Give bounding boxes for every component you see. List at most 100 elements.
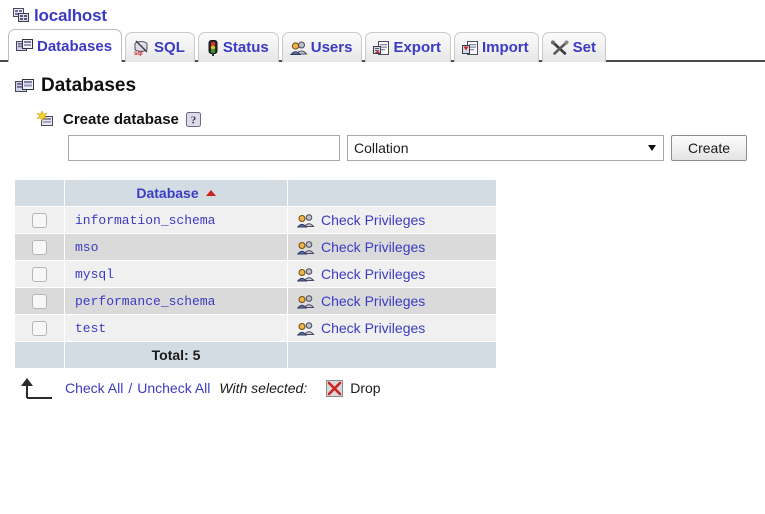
main-tab-bar: Databases sql SQL Status Users Export Im… [0,27,765,64]
tab-sql[interactable]: sql SQL [125,32,195,62]
tab-label: Status [222,39,269,56]
check-all-link[interactable]: Check All [65,380,123,396]
header-database-column[interactable]: Database [64,179,288,207]
drop-label: Drop [350,380,381,396]
tab-label: Databases [37,37,113,55]
row-checkbox[interactable] [32,321,47,337]
check-privileges-link[interactable]: Check Privileges [321,293,425,309]
drop-button[interactable]: Drop [326,379,381,397]
drop-x-icon [326,379,344,397]
table-row: test Check Privileges [14,314,497,342]
database-name-cell: information_schema [64,206,288,234]
check-privileges-cell: Check Privileges [287,233,497,261]
actions-separator: / [128,380,133,396]
check-privileges-cell: Check Privileges [287,314,497,342]
server-name[interactable]: localhost [34,6,107,26]
check-privileges-link[interactable]: Check Privileges [321,212,425,228]
with-selected-label: With selected: [219,380,308,396]
page-title-text: Databases [41,75,137,96]
database-link[interactable]: test [65,321,106,336]
tab-users[interactable]: Users [281,32,363,62]
table-footer-row: Total: 5 [14,341,497,369]
database-name-cell: mso [64,233,288,261]
database-link[interactable]: mysql [65,267,114,282]
table-row: information_schema Check Privileges [14,206,497,234]
create-database-legend: Create database ? [36,110,765,128]
traffic-light-icon [206,39,220,56]
total-count-cell: Total: 5 [64,341,288,369]
create-button[interactable]: Create [671,135,747,161]
databases-table-body: information_schema Check Privileges mso … [14,206,497,342]
sql-icon: sql [133,40,151,57]
databases-icon [15,77,35,95]
database-link[interactable]: performance_schema [65,294,215,309]
check-privileges-link[interactable]: Check Privileges [321,239,425,255]
databases-icon [16,38,34,54]
table-header-row: Database [14,179,497,207]
arrow-up-from-line-icon [18,377,60,399]
database-name-input[interactable] [68,135,340,161]
row-checkbox-cell [14,287,65,315]
database-link[interactable]: information_schema [65,213,215,228]
database-name-cell: performance_schema [64,287,288,315]
tab-settings[interactable]: Set [541,32,606,62]
tab-label: Set [572,39,596,56]
footer-spacer-cell-right [287,341,497,369]
svg-text:sql: sql [134,51,143,56]
row-checkbox-cell [14,314,65,342]
tab-import[interactable]: Import [453,32,539,62]
row-checkbox-cell [14,260,65,288]
database-name-cell: mysql [64,260,288,288]
server-header: localhost [0,0,765,26]
svg-text:?: ? [191,115,197,127]
row-checkbox[interactable] [32,294,47,310]
uncheck-all-link[interactable]: Uncheck All [137,380,210,396]
header-database-label: Database [136,185,199,201]
check-privileges-cell: Check Privileges [287,287,497,315]
privileges-icon [296,267,315,282]
new-database-icon [36,110,56,128]
check-privileges-cell: Check Privileges [287,206,497,234]
privileges-icon [296,213,315,228]
server-icon [13,8,30,23]
tools-icon [550,40,570,56]
database-link[interactable]: mso [65,240,98,255]
table-row: mso Check Privileges [14,233,497,261]
tab-label: Users [310,39,353,56]
check-privileges-link[interactable]: Check Privileges [321,320,425,336]
tab-databases[interactable]: Databases [8,29,123,64]
privileges-icon [296,321,315,336]
row-checkbox[interactable] [32,240,47,256]
tab-status[interactable]: Status [197,32,279,62]
footer-spacer-cell [14,341,65,369]
tab-label: Export [393,39,441,56]
row-checkbox[interactable] [32,213,47,229]
header-checkbox-column [14,179,65,207]
table-actions-bar: Check All / Uncheck All With selected: D… [18,377,765,399]
row-checkbox-cell [14,233,65,261]
tab-label: SQL [154,39,185,56]
database-name-cell: test [64,314,288,342]
export-icon [373,40,390,56]
tab-label: Import [481,39,529,56]
collation-select[interactable]: Collation [347,135,664,161]
privileges-icon [296,240,315,255]
tab-export[interactable]: Export [365,32,451,62]
check-privileges-link[interactable]: Check Privileges [321,266,425,282]
row-checkbox[interactable] [32,267,47,283]
create-database-label: Create database [63,111,179,128]
check-privileges-cell: Check Privileges [287,260,497,288]
table-row: mysql Check Privileges [14,260,497,288]
page-title: Databases [15,75,765,97]
databases-table: Database information_schema Check Privil… [14,179,497,369]
collation-selected-value: Collation [354,140,409,156]
help-icon[interactable]: ? [185,112,201,127]
row-checkbox-cell [14,206,65,234]
chevron-down-icon [648,145,656,151]
users-icon [289,40,308,56]
create-database-form: Collation Create [36,135,765,161]
privileges-icon [296,294,315,309]
header-privileges-column [287,179,497,207]
databases-table-wrapper: Database information_schema Check Privil… [14,179,765,369]
create-database-section: Create database ? Collation Create [0,110,765,161]
